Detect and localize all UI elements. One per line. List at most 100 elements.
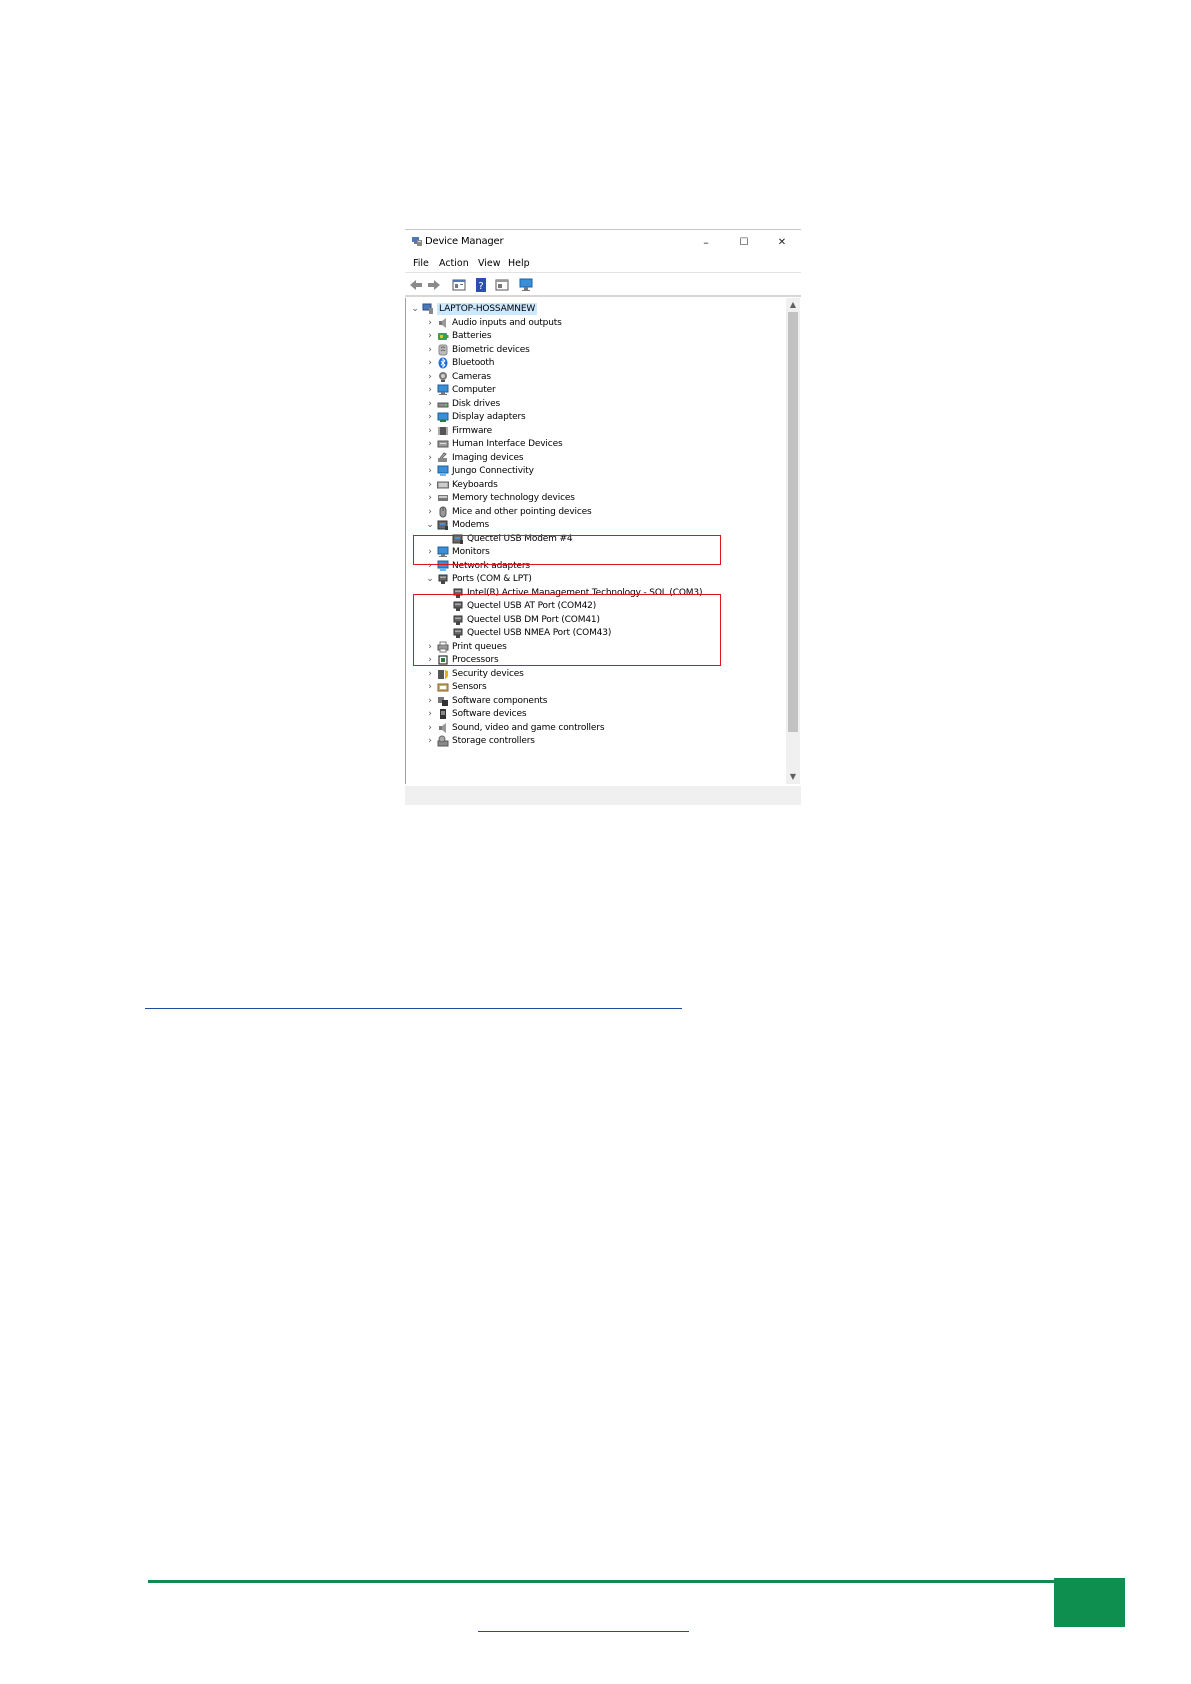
tree-item-disk-drives[interactable]: › Disk drives — [406, 397, 786, 411]
help-icon[interactable]: ? — [473, 277, 489, 293]
chevron-right-icon[interactable]: › — [425, 505, 435, 519]
forward-arrow-icon[interactable] — [426, 277, 442, 293]
chevron-right-icon[interactable]: › — [425, 410, 435, 424]
menu-bar: File Action View Help — [405, 256, 801, 273]
speaker-icon — [439, 317, 446, 328]
tree-item-computer[interactable]: › Computer — [406, 383, 786, 397]
chevron-right-icon[interactable]: › — [425, 491, 435, 505]
tree-item-imaging-devices[interactable]: › Imaging devices — [406, 451, 786, 465]
tree-item-bluetooth[interactable]: › Bluetooth — [406, 356, 786, 370]
tree-item-biometric-devices[interactable]: › Biometric devices — [406, 343, 786, 357]
chevron-right-icon[interactable]: › — [425, 721, 435, 735]
tree-item-label: Security devices — [452, 668, 524, 679]
tree-item-memory-technology-devices[interactable]: › Memory technology devices — [406, 491, 786, 505]
ports-highlight-box — [413, 594, 721, 666]
vertical-scrollbar[interactable]: ▲ ▼ — [786, 298, 800, 784]
tree-item-jungo-connectivity[interactable]: › Jungo Connectivity — [406, 464, 786, 478]
chevron-right-icon[interactable]: › — [425, 437, 435, 451]
tree-item-software-devices[interactable]: › Software devices — [406, 707, 786, 721]
chevron-right-icon[interactable]: › — [425, 667, 435, 681]
tree-item-label: Keyboards — [452, 479, 498, 490]
tree-item-label: Memory technology devices — [452, 493, 575, 503]
tree-item-cameras[interactable]: › Cameras — [406, 370, 786, 384]
tree-item-sound-video-and-game-controllers[interactable]: › Sound, video and game controllers — [406, 721, 786, 735]
tree-item-label: Human Interface Devices — [452, 439, 563, 449]
chevron-down-icon[interactable]: ⌄ — [410, 302, 420, 316]
properties-icon[interactable] — [451, 277, 467, 293]
menu-view[interactable]: View — [478, 258, 501, 269]
maximize-button[interactable]: ☐ — [725, 230, 763, 254]
chevron-right-icon[interactable]: › — [425, 478, 435, 492]
chevron-right-icon[interactable]: › — [425, 397, 435, 411]
chevron-right-icon[interactable]: › — [425, 707, 435, 721]
speaker-icon — [439, 722, 446, 733]
hid-icon — [437, 440, 449, 448]
tree-item-batteries[interactable]: › Batteries — [406, 329, 786, 343]
status-bar — [405, 786, 801, 805]
close-button[interactable]: ✕ — [763, 230, 801, 254]
chevron-right-icon[interactable]: › — [425, 329, 435, 343]
tree-item-keyboards[interactable]: › Keyboards — [406, 478, 786, 492]
window-title: Device Manager — [425, 236, 504, 247]
tree-item-label: Sound, video and game controllers — [452, 722, 605, 733]
minimize-button[interactable]: – — [687, 230, 725, 254]
footer-link-underline[interactable] — [478, 1631, 689, 1632]
tree-item-label: Display adapters — [452, 412, 526, 422]
tree-root-computer[interactable]: ⌄ LAPTOP-HOSSAMNEW — [406, 302, 786, 316]
device-manager-window: Device Manager – ☐ ✕ File Action View He… — [405, 229, 801, 805]
tree-item-label: Imaging devices — [452, 452, 524, 463]
tree-item-label: Firmware — [452, 425, 493, 436]
chevron-right-icon[interactable]: › — [425, 451, 435, 465]
tree-item-audio-inputs-and-outputs[interactable]: › Audio inputs and outputs — [406, 316, 786, 330]
tree-item-label: Computer — [452, 385, 496, 395]
tree-item-storage-controllers[interactable]: › Storage controllers — [406, 734, 786, 748]
chevron-right-icon[interactable]: › — [425, 424, 435, 438]
modem-icon — [437, 520, 448, 530]
tree-item-sensors[interactable]: › Sensors — [406, 680, 786, 694]
scroll-thumb[interactable] — [788, 312, 798, 732]
tree-item-ports-com-lpt[interactable]: ⌄ Ports (COM & LPT) — [406, 572, 786, 586]
battery-icon — [438, 333, 449, 340]
chevron-down-icon[interactable]: ⌄ — [425, 518, 435, 532]
tree-item-label: Biometric devices — [452, 344, 530, 355]
menu-file[interactable]: File — [413, 258, 429, 269]
scroll-down-arrow-icon[interactable]: ▼ — [786, 770, 800, 784]
tree-item-mice-and-other-pointing-devices[interactable]: › Mice and other pointing devices — [406, 505, 786, 519]
memory-icon — [438, 495, 448, 501]
tree-item-label: Bluetooth — [452, 358, 495, 368]
chevron-right-icon[interactable]: › — [425, 464, 435, 478]
tree-item-label: Batteries — [452, 331, 492, 341]
tree-item-label: Audio inputs and outputs — [452, 317, 562, 328]
chevron-right-icon[interactable]: › — [425, 370, 435, 384]
chevron-right-icon[interactable]: › — [425, 356, 435, 370]
software-component-icon — [438, 696, 448, 706]
chevron-right-icon[interactable]: › — [425, 343, 435, 357]
view-icon[interactable] — [494, 277, 510, 293]
display-adapter-icon — [437, 412, 449, 422]
tree-item-human-interface-devices[interactable]: › Human Interface Devices — [406, 437, 786, 451]
toolbar: ? — [405, 275, 801, 297]
chevron-right-icon[interactable]: › — [425, 680, 435, 694]
tree-item-modems[interactable]: ⌄ Modems — [406, 518, 786, 532]
monitor-icon[interactable] — [518, 277, 534, 293]
tree-item-display-adapters[interactable]: › Display adapters — [406, 410, 786, 424]
biometric-icon — [438, 344, 448, 355]
security-icon — [438, 669, 448, 679]
bluetooth-icon — [438, 357, 448, 369]
chevron-right-icon[interactable]: › — [425, 734, 435, 748]
tree-item-label: Software devices — [452, 709, 527, 719]
tree-item-software-components[interactable]: › Software components — [406, 694, 786, 708]
chevron-right-icon[interactable]: › — [425, 694, 435, 708]
menu-help[interactable]: Help — [508, 258, 530, 269]
chevron-down-icon[interactable]: ⌄ — [425, 572, 435, 586]
menu-action[interactable]: Action — [439, 258, 469, 269]
hyperlink-underline[interactable] — [145, 1008, 682, 1009]
scroll-up-arrow-icon[interactable]: ▲ — [786, 298, 800, 312]
tree-item-firmware[interactable]: › Firmware — [406, 424, 786, 438]
device-manager-icon — [412, 237, 422, 246]
tree-item-security-devices[interactable]: › Security devices — [406, 667, 786, 681]
chevron-right-icon[interactable]: › — [425, 383, 435, 397]
keyboard-icon — [437, 481, 449, 488]
chevron-right-icon[interactable]: › — [425, 316, 435, 330]
back-arrow-icon[interactable] — [408, 277, 424, 293]
